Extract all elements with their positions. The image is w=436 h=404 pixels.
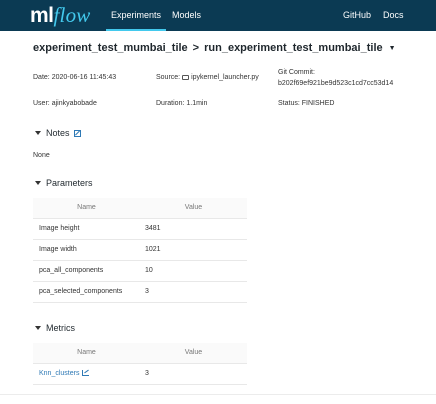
nav-docs-link[interactable]: Docs	[383, 0, 404, 31]
param-name: pca_all_components	[33, 260, 140, 282]
line-chart-icon[interactable]	[82, 370, 90, 376]
git-commit-value: b202f69ef921be9d523c1cd7cc53d14	[278, 80, 394, 87]
metric-name-cell: Knn_clusters	[33, 363, 140, 385]
param-name: Image width	[33, 239, 140, 261]
date-label: Date:	[33, 74, 50, 81]
table-row: Image height 3481	[33, 218, 247, 240]
breadcrumb-experiment-link[interactable]: experiment_test_mumbai_tile	[33, 42, 188, 54]
breadcrumb: experiment_test_mumbai_tile > run_experi…	[33, 41, 396, 55]
logo-ml-text: ml	[30, 4, 54, 27]
duration-value: 1.1min	[186, 100, 208, 107]
meta-date: Date: 2020-06-16 11:45:43	[33, 74, 116, 81]
caret-down-icon	[35, 181, 41, 185]
notes-title: Notes	[46, 128, 70, 138]
notes-section-header[interactable]: Notes	[35, 128, 81, 138]
metrics-name-header: Name	[33, 343, 140, 364]
metrics-table: Name Value Knn_clusters 3	[33, 343, 247, 385]
parameters-value-header: Value	[140, 198, 247, 219]
edit-icon[interactable]	[73, 129, 81, 137]
user-value: ajinkyabobade	[51, 100, 97, 107]
git-commit-label: Git Commit:	[278, 69, 315, 76]
meta-status: Status: FINISHED	[278, 100, 334, 107]
parameters-name-header: Name	[33, 198, 140, 219]
nav-experiments-link[interactable]: Experiments	[106, 0, 166, 31]
parameters-header-row: Name Value	[33, 198, 247, 219]
metric-name-link[interactable]: Knn_clusters	[39, 370, 79, 377]
source-label: Source:	[156, 74, 181, 81]
status-label: Status:	[278, 100, 300, 107]
footer-divider	[0, 394, 436, 395]
param-name: pca_selected_components	[33, 281, 140, 303]
table-row: Image width 1021	[33, 239, 247, 261]
caret-down-icon	[35, 326, 41, 330]
top-navbar: ml flow Experiments Models GitHub Docs	[0, 0, 436, 31]
metrics-value-header: Value	[140, 343, 247, 364]
breadcrumb-separator: >	[192, 42, 200, 54]
metrics-section-header[interactable]: Metrics	[35, 323, 75, 333]
caret-down-icon	[35, 131, 41, 135]
duration-label: Duration:	[156, 100, 185, 107]
user-label: User:	[33, 100, 50, 107]
param-name: Image height	[33, 218, 140, 240]
parameters-table: Name Value Image height 3481 Image width…	[33, 198, 247, 303]
meta-git-commit: Git Commit: b202f69ef921be9d523c1cd7cc53…	[278, 69, 393, 87]
param-value: 10	[140, 260, 247, 282]
logo-flow-text: flow	[53, 3, 91, 27]
nav-github-link[interactable]: GitHub	[343, 0, 371, 31]
parameters-section-header[interactable]: Parameters	[35, 178, 93, 188]
notes-body: None	[33, 152, 50, 159]
table-row: pca_all_components 10	[33, 260, 247, 282]
meta-duration: Duration: 1.1min	[156, 100, 207, 107]
source-file-icon	[182, 75, 190, 80]
mlflow-logo[interactable]: ml flow	[30, 3, 91, 27]
table-row: Knn_clusters 3	[33, 363, 247, 385]
meta-source: Source: ipykernel_launcher.py	[156, 74, 259, 81]
metrics-title: Metrics	[46, 323, 75, 333]
parameters-title: Parameters	[46, 178, 93, 188]
date-value: 2020-06-16 11:45:43	[51, 74, 117, 81]
param-value: 3481	[140, 218, 247, 240]
status-value: FINISHED	[301, 100, 335, 107]
source-value: ipykernel_launcher.py	[191, 74, 259, 81]
table-row: pca_selected_components 3	[33, 281, 247, 303]
meta-user: User: ajinkyabobade	[33, 100, 97, 107]
param-value: 3	[140, 281, 247, 303]
metric-value: 3	[140, 363, 247, 385]
param-value: 1021	[140, 239, 247, 261]
breadcrumb-run-name: run_experiment_test_mumbai_tile	[204, 42, 383, 54]
nav-models-link[interactable]: Models	[172, 0, 201, 31]
run-dropdown-chevron-icon[interactable]: ▼	[389, 45, 396, 52]
metrics-header-row: Name Value	[33, 343, 247, 364]
